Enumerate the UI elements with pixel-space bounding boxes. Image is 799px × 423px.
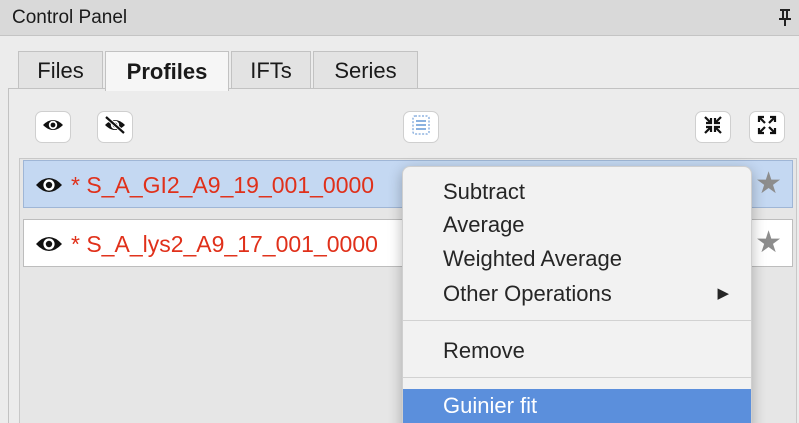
tab-ifts[interactable]: IFTs [231,51,311,89]
star-icon[interactable]: ★ [755,228,782,258]
expand-all-icon [756,114,778,141]
select-all-button[interactable] [403,111,439,143]
tab-series[interactable]: Series [313,51,418,89]
menu-item-label: Subtract [443,179,525,204]
menu-separator [403,320,751,321]
menu-item-remove[interactable]: Remove [403,335,751,366]
eye-slash-icon [103,115,127,140]
menu-item-label: Weighted Average [443,246,622,271]
control-panel: Control Panel Files Profiles IFTs Series [0,0,799,423]
tab-label: Profiles [126,58,208,84]
profile-name: * S_A_lys2_A9_17_001_0000 [71,231,378,257]
panel-titlebar: Control Panel [0,0,799,36]
menu-item-weighted-average[interactable]: Weighted Average [403,243,751,274]
tab-label: IFTs [250,57,292,83]
tab-files[interactable]: Files [18,51,103,89]
collapse-all-button[interactable] [695,111,731,143]
pin-icon[interactable] [779,8,791,26]
menu-item-other-operations[interactable]: Other Operations ▶ [403,278,751,309]
tab-profiles[interactable]: Profiles [105,51,229,91]
submenu-arrow-icon: ▶ [717,285,729,302]
menu-item-label: Remove [443,338,525,363]
eye-icon[interactable] [34,233,64,255]
menu-separator [403,377,751,378]
select-all-icon [411,114,431,141]
menu-item-label: Other Operations [443,281,612,306]
tab-label: Series [334,57,397,83]
menu-item-label: Guinier fit [443,393,538,418]
collapse-all-icon [702,114,724,141]
tab-label: Files [37,57,84,83]
menu-item-average[interactable]: Average [403,209,751,240]
star-icon[interactable]: ★ [755,169,782,199]
profile-name: * S_A_GI2_A9_19_001_0000 [71,172,375,198]
hide-all-button[interactable] [97,111,133,143]
panel-title: Control Panel [12,7,128,28]
menu-item-guinier-fit[interactable]: Guinier fit [403,389,751,423]
menu-item-subtract[interactable]: Subtract [403,176,751,207]
expand-all-button[interactable] [749,111,785,143]
eye-icon [42,117,64,138]
context-menu: Subtract Average Weighted Average Other … [402,166,752,423]
eye-icon[interactable] [34,174,64,196]
menu-item-label: Average [443,212,525,237]
show-all-button[interactable] [35,111,71,143]
